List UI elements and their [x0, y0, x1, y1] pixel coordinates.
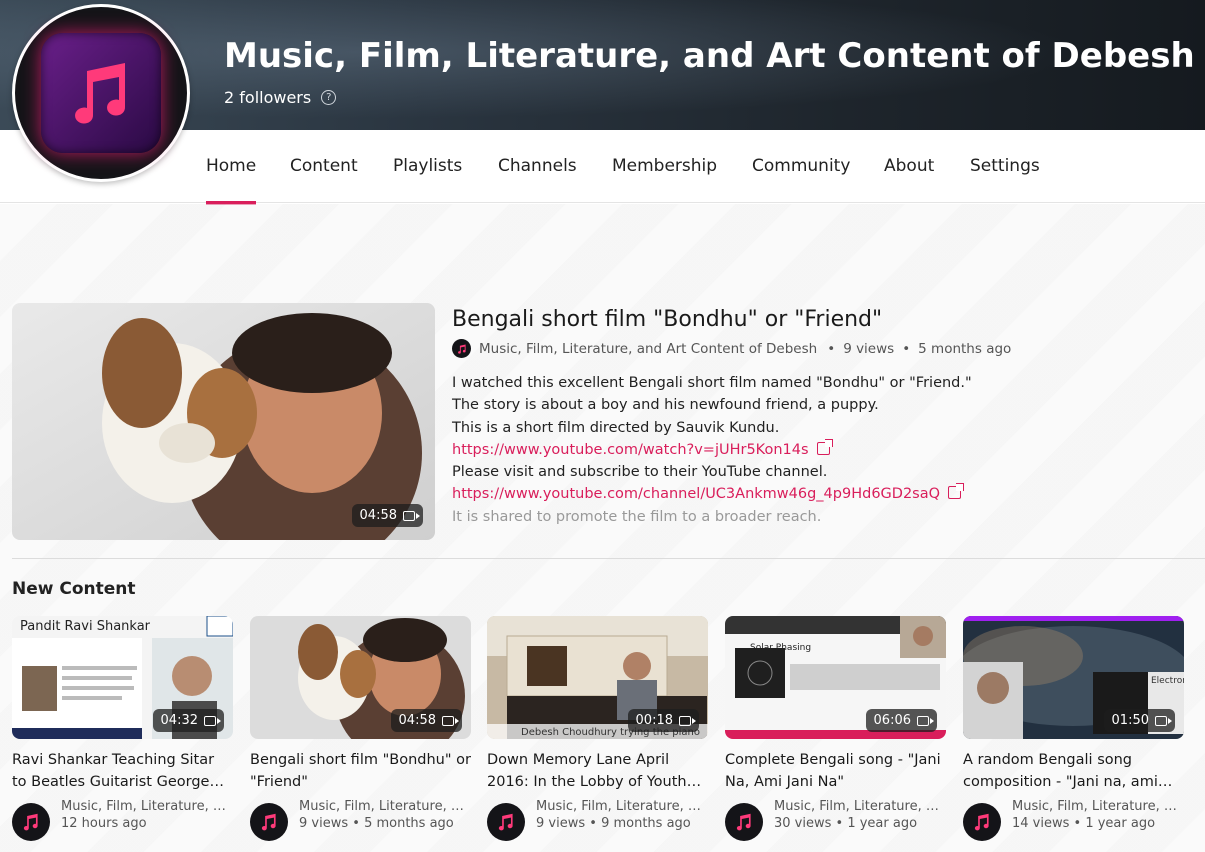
- channel-avatar-small[interactable]: [12, 803, 50, 841]
- duration-badge: 00:18: [627, 709, 699, 732]
- card-channel-name[interactable]: Music, Film, Literature, and Art Content…: [536, 799, 708, 814]
- followers-label: 2 followers: [224, 88, 312, 107]
- card-age: 12 hours ago: [61, 816, 147, 831]
- video-title[interactable]: Down Memory Lane April 2016: In the Lobb…: [487, 749, 708, 793]
- video-thumbnail[interactable]: Pandit Ravi Shankar 04:32: [12, 616, 233, 739]
- video-camera-icon: [204, 715, 221, 726]
- video-thumbnail[interactable]: Debesh Choudhury trying the piano 00:18: [487, 616, 708, 739]
- card-age: 5 months ago: [364, 816, 454, 831]
- thumbnail-caption: Pandit Ravi Shankar: [20, 619, 151, 634]
- card-age: 9 months ago: [601, 816, 691, 831]
- channel-avatar[interactable]: [12, 4, 190, 182]
- channel-avatar-small[interactable]: [250, 803, 288, 841]
- tab-content[interactable]: Content: [290, 156, 358, 176]
- channel-nav: Home Content Playlists Channels Membersh…: [0, 130, 1205, 205]
- description-line: I watched this excellent Bengali short f…: [452, 375, 972, 391]
- card-meta: Music, Film, Literature, and Art Content…: [250, 799, 471, 841]
- content-card[interactable]: Electron 01:50 A random Bengali song com…: [963, 616, 1184, 841]
- description-line: Please visit and subscribe to their YouT…: [452, 464, 828, 481]
- card-channel-name[interactable]: Music, Film, Literature, and Art Content…: [774, 799, 946, 814]
- tab-playlists[interactable]: Playlists: [393, 156, 462, 176]
- duration-label: 04:58: [359, 508, 397, 523]
- duration-badge: 04:58: [390, 709, 462, 732]
- tab-community[interactable]: Community: [752, 156, 850, 176]
- card-meta: Music, Film, Literature, and Art Content…: [12, 799, 233, 841]
- tab-about[interactable]: About: [884, 156, 934, 176]
- duration-badge: 06:06: [865, 709, 937, 732]
- description-line: The story is about a boy and his newfoun…: [452, 397, 879, 414]
- video-camera-icon: [679, 715, 696, 726]
- duration-label: 04:58: [398, 713, 436, 728]
- card-meta: Music, Film, Literature, and Art Content…: [725, 799, 946, 841]
- followers-count: 2 followers ?: [224, 88, 337, 107]
- external-link-icon: [948, 483, 965, 500]
- thumbnail-caption: Solar Phasing: [750, 643, 812, 653]
- description-line-faded: It is shared to promote the film to a br…: [452, 508, 822, 525]
- duration-badge: 01:50: [1103, 709, 1175, 732]
- youtube-channel-link[interactable]: https://www.youtube.com/channel/UC3Ankmw…: [452, 486, 940, 502]
- card-views: 9 views: [299, 816, 349, 831]
- content-card[interactable]: Debesh Choudhury trying the piano 00:18 …: [487, 616, 708, 841]
- video-title[interactable]: Complete Bengali song - "Jani Na, Ami Ja…: [725, 749, 946, 793]
- duration-label: 04:32: [160, 713, 198, 728]
- video-camera-icon: [442, 715, 459, 726]
- featured-description: I watched this excellent Bengali short f…: [452, 372, 1192, 528]
- featured-thumbnail[interactable]: 04:58: [12, 303, 435, 540]
- card-views: 14 views: [1012, 816, 1070, 831]
- content-card[interactable]: 04:58 Bengali short film "Bondhu" or "Fr…: [250, 616, 471, 841]
- card-meta: Music, Film, Literature, and Art Content…: [963, 799, 1184, 841]
- video-thumbnail[interactable]: Electron 01:50: [963, 616, 1184, 739]
- section-divider: [12, 558, 1205, 559]
- featured-meta: Music, Film, Literature, and Art Content…: [452, 339, 1011, 358]
- duration-label: 06:06: [873, 713, 911, 728]
- video-title[interactable]: Ravi Shankar Teaching Sitar to Beatles G…: [12, 749, 233, 793]
- question-circle-icon[interactable]: ?: [321, 90, 337, 105]
- dot-separator: •: [827, 340, 836, 357]
- video-title[interactable]: A random Bengali song composition - "Jan…: [963, 749, 1184, 793]
- featured-views: 9 views: [843, 340, 895, 357]
- duration-label: 01:50: [1111, 713, 1149, 728]
- video-camera-icon: [403, 510, 420, 521]
- card-views: 9 views: [536, 816, 586, 831]
- featured-title[interactable]: Bengali short film "Bondhu" or "Friend": [452, 307, 882, 332]
- content-card[interactable]: Solar Phasing 06:06 Complete Bengali son…: [725, 616, 946, 841]
- video-title[interactable]: Bengali short film "Bondhu" or "Friend": [250, 749, 471, 793]
- youtube-video-link[interactable]: https://www.youtube.com/watch?v=jUHr5Kon…: [452, 442, 809, 458]
- channel-avatar-small[interactable]: [963, 803, 1001, 841]
- card-channel-name[interactable]: Music, Film, Literature, and Art Content…: [299, 799, 471, 814]
- external-link-icon: [816, 438, 833, 455]
- card-channel-name[interactable]: Music, Film, Literature, and Art Content…: [1012, 799, 1184, 814]
- featured-age: 5 months ago: [918, 340, 1012, 357]
- card-age: 1 year ago: [1085, 816, 1156, 831]
- video-camera-icon: [1155, 715, 1172, 726]
- duration-badge: 04:32: [152, 709, 224, 732]
- description-line: This is a short film directed by Sauvik …: [452, 419, 780, 436]
- tab-home[interactable]: Home: [206, 156, 257, 205]
- dot-separator: •: [902, 340, 911, 357]
- thumbnail-caption: Electron: [1151, 676, 1184, 686]
- duration-label: 00:18: [635, 713, 673, 728]
- new-content-heading: New Content: [12, 579, 136, 599]
- tab-settings[interactable]: Settings: [970, 156, 1040, 176]
- card-age: 1 year ago: [847, 816, 918, 831]
- featured-channel-name[interactable]: Music, Film, Literature, and Art Content…: [479, 341, 817, 357]
- channel-avatar-small[interactable]: [452, 339, 471, 358]
- tab-membership[interactable]: Membership: [612, 156, 717, 176]
- card-views: 30 views: [774, 816, 832, 831]
- video-thumbnail[interactable]: 04:58: [250, 616, 471, 739]
- video-camera-icon: [917, 715, 934, 726]
- music-note-icon: [41, 33, 161, 153]
- tab-channels[interactable]: Channels: [498, 156, 577, 176]
- card-channel-name[interactable]: Music, Film, Literature, and Art Content…: [61, 799, 233, 814]
- content-card[interactable]: Pandit Ravi Shankar 04:32 Ravi Shankar T…: [12, 616, 233, 841]
- duration-badge: 04:58: [351, 504, 423, 527]
- channel-title: Music, Film, Literature, and Art Content…: [224, 36, 1195, 76]
- card-meta: Music, Film, Literature, and Art Content…: [487, 799, 708, 841]
- channel-avatar-small[interactable]: [725, 803, 763, 841]
- video-thumbnail[interactable]: Solar Phasing 06:06: [725, 616, 946, 739]
- channel-avatar-small[interactable]: [487, 803, 525, 841]
